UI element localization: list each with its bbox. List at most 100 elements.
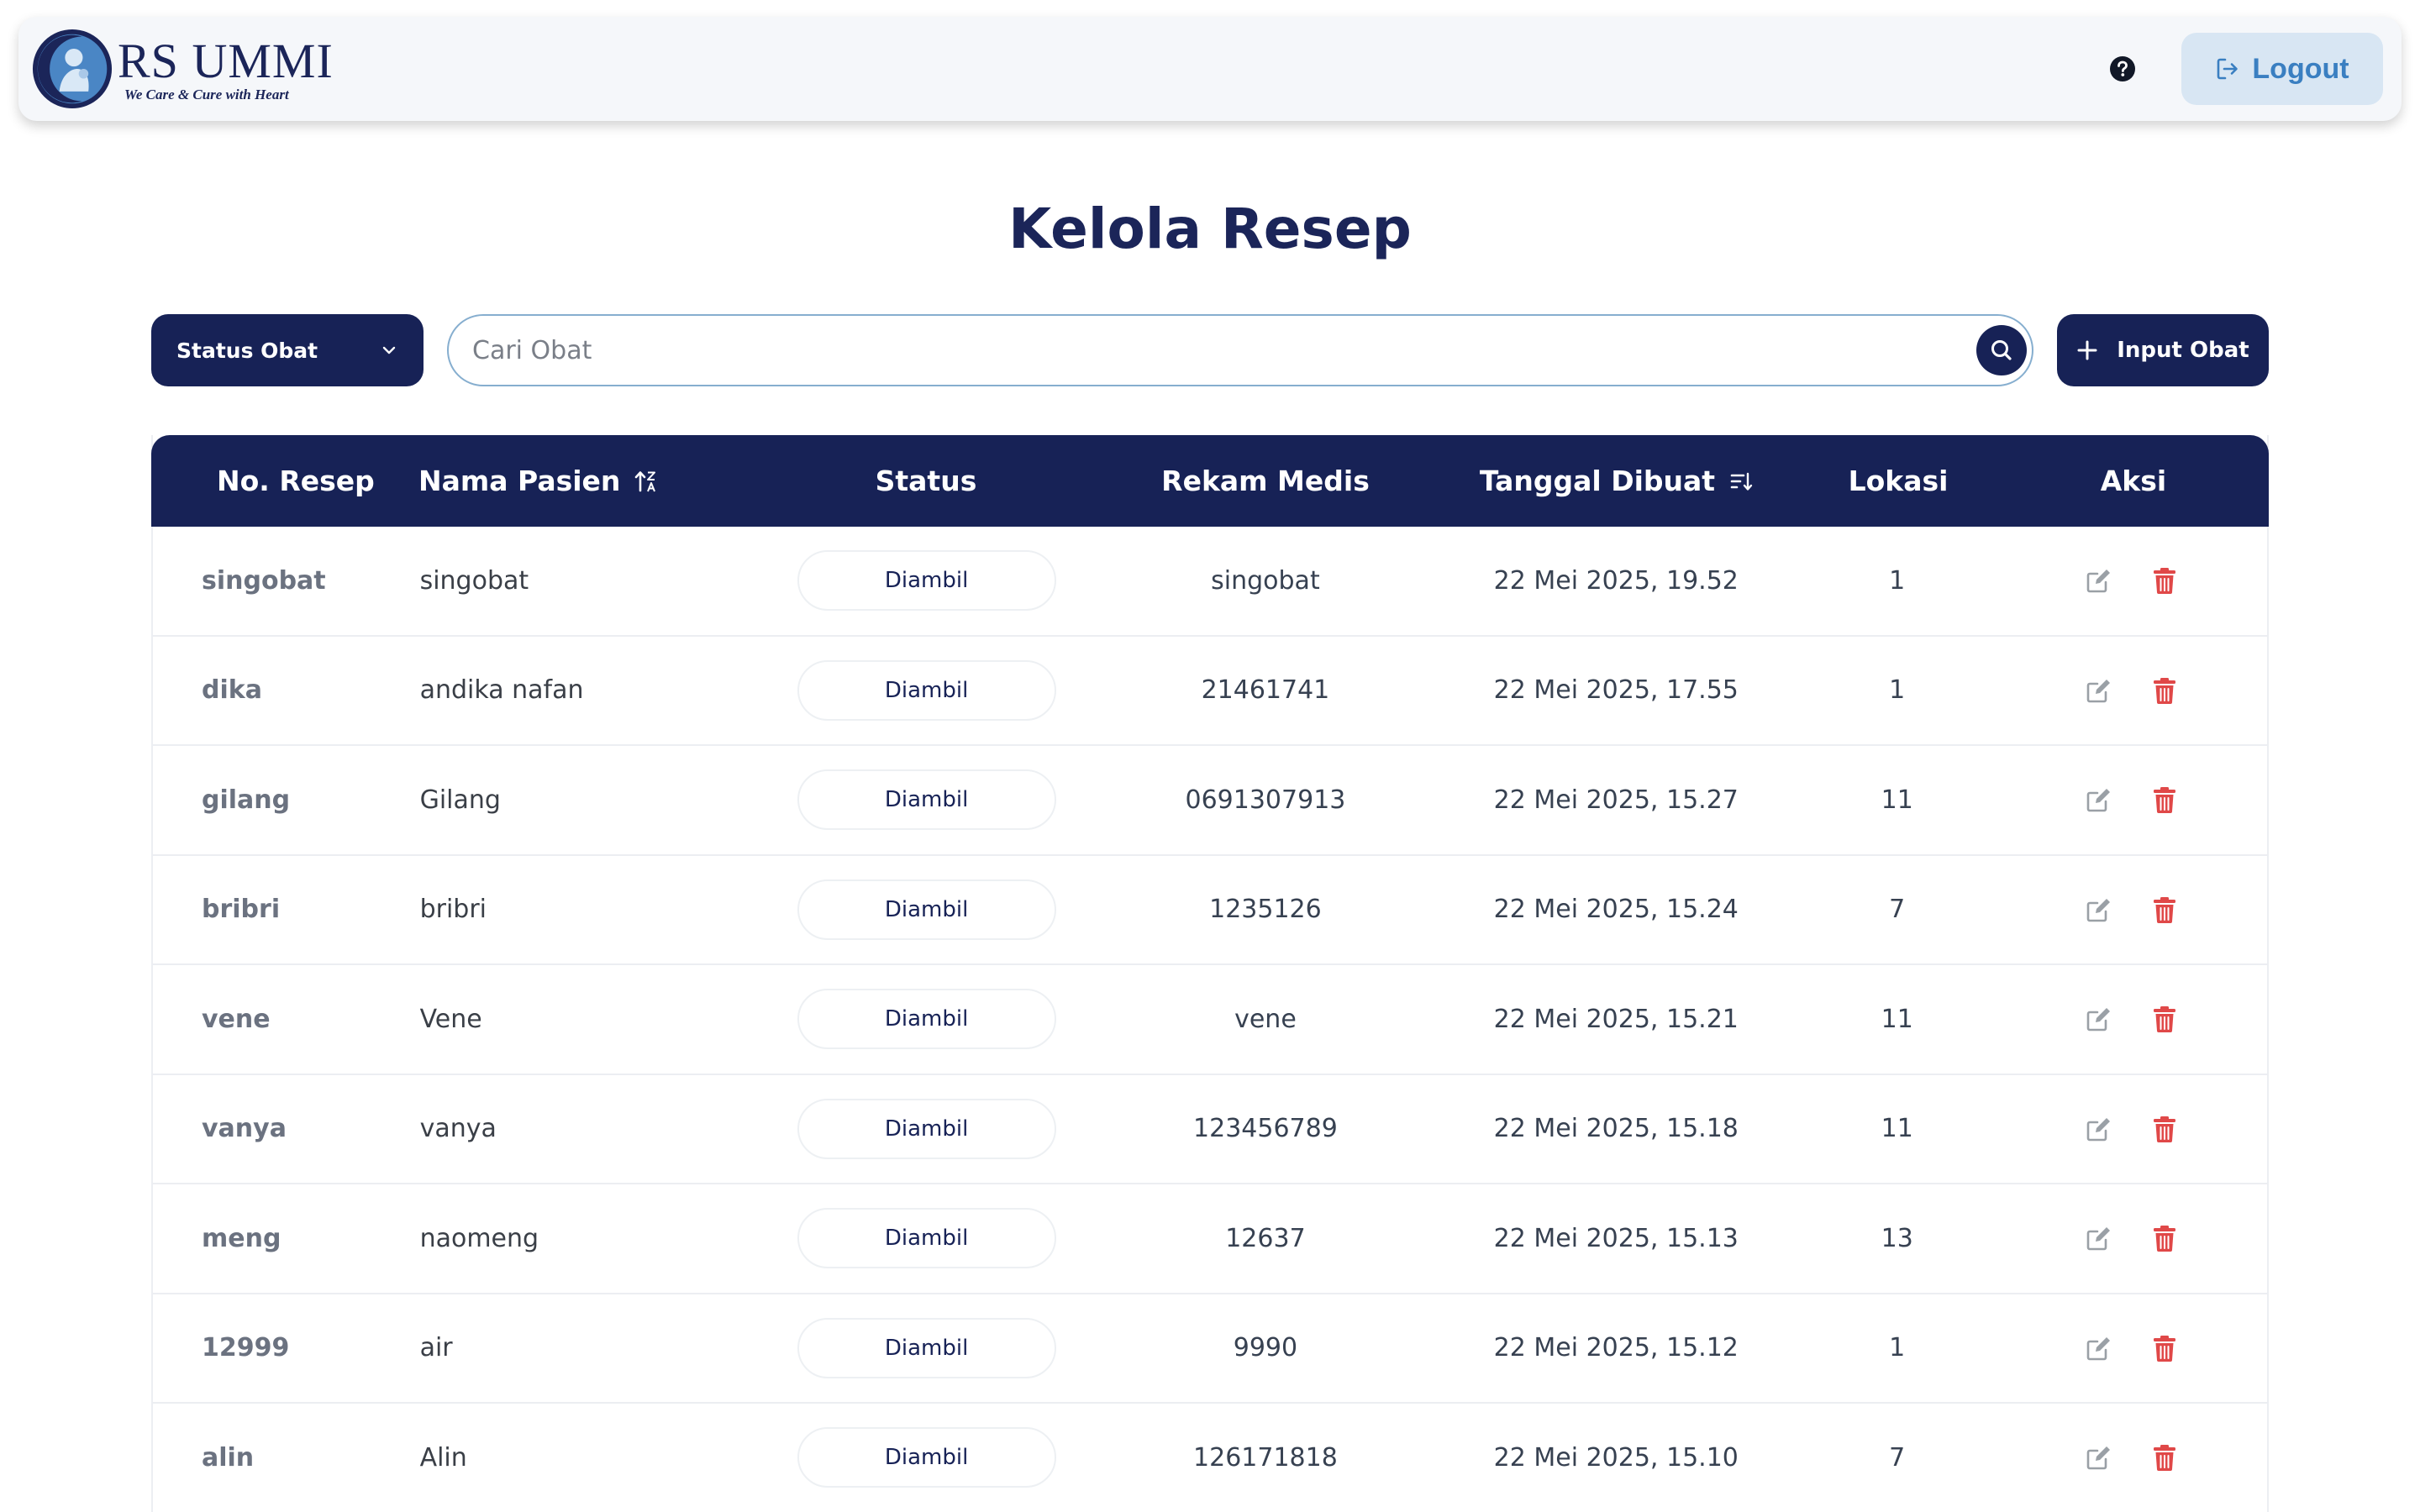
search-bar [447,314,2033,386]
edit-icon [2086,679,2111,703]
aksi-cell [1997,1404,2267,1512]
aksi-cell [1997,1075,2267,1184]
delete-button[interactable] [2149,1332,2181,1364]
edit-button[interactable] [2083,1441,2115,1473]
edit-button[interactable] [2083,894,2115,926]
column-header-tanggal-dibuat[interactable]: Tanggal Dibuat [1435,435,1798,527]
edit-button[interactable] [2083,1113,2115,1145]
no-resep-cell: gilang [202,785,291,815]
lokasi-cell: 11 [1881,1114,1913,1144]
column-header-label: Lokasi [1848,465,1949,497]
edit-icon [2086,570,2111,593]
status-badge[interactable]: Diambil [797,879,1056,940]
tanggal-dibuat-cell: 22 Mei 2025, 15.10 [1493,1442,1739,1473]
tanggal-dibuat-cell: 22 Mei 2025, 17.55 [1493,675,1739,706]
nama-pasien-cell: andika nafan [419,675,584,706]
no-resep-cell: meng [202,1223,281,1253]
nama-pasien-cell: bribri [419,895,487,925]
column-header-label: Aksi [2100,465,2167,497]
brand-name: RS UMMI [118,33,334,88]
table-body: singobat singobat Diambil singobat 22 Me… [153,527,2267,1512]
logout-icon [2217,58,2238,80]
brand-logo[interactable]: RS UMMI We Care & Cure with Heart [32,17,334,121]
status-cell: Diambil [757,1404,1096,1512]
trash-icon [2154,896,2176,923]
trash-icon [2154,787,2176,814]
edit-button[interactable] [2083,675,2115,706]
edit-button[interactable] [2083,564,2115,596]
nama-pasien-cell: singobat [419,565,529,596]
sort-alpha-icon[interactable] [634,469,659,494]
nama-pasien-cell: Vene [419,1004,482,1034]
input-obat-label: Input Obat [2117,338,2249,363]
status-badge[interactable]: Diambil [797,1427,1056,1488]
rekam-medis-cell: 0691307913 [1185,785,1346,815]
no-resep-cell: 12999 [202,1333,290,1363]
status-filter-dropdown[interactable]: Status Obat [151,314,424,386]
nama-pasien-cell: naomeng [419,1223,539,1253]
hospital-logo-icon [32,29,113,109]
delete-button[interactable] [2149,1003,2181,1035]
status-badge[interactable]: Diambil [797,1317,1056,1378]
status-badge[interactable]: Diambil [797,769,1056,831]
search-input[interactable] [472,335,1976,365]
trash-icon [2154,1006,2176,1033]
aksi-cell [1997,1294,2267,1403]
delete-button[interactable] [2149,894,2181,926]
delete-button[interactable] [2149,1441,2181,1473]
question-circle-icon[interactable] [2109,55,2136,82]
aksi-cell [1997,637,2267,745]
status-badge[interactable]: Diambil [797,550,1056,612]
table-row: 12999 air Diambil 9990 22 Mei 2025, 15.1… [153,1294,2267,1404]
status-cell: Diambil [757,746,1096,854]
delete-button[interactable] [2149,675,2181,706]
status-cell: Diambil [757,1184,1096,1293]
edit-icon [2086,1117,2111,1142]
lokasi-cell: 1 [1889,1333,1906,1363]
trash-icon [2154,1335,2176,1362]
nama-pasien-cell: Alin [419,1442,467,1473]
rekam-medis-cell: 126171818 [1193,1442,1338,1473]
table-row: meng naomeng Diambil 12637 22 Mei 2025, … [153,1184,2267,1294]
edit-icon [2086,898,2111,922]
status-badge[interactable]: Diambil [797,989,1056,1050]
status-cell: Diambil [757,856,1096,964]
status-badge[interactable]: Diambil [797,1098,1056,1159]
delete-button[interactable] [2149,1222,2181,1254]
edit-icon [2086,1446,2111,1470]
delete-button[interactable] [2149,1113,2181,1145]
edit-button[interactable] [2083,1222,2115,1254]
nama-pasien-cell: vanya [419,1114,497,1144]
edit-icon [2086,1227,2111,1251]
table-row: gilang Gilang Diambil 0691307913 22 Mei … [153,746,2267,856]
column-header-label: Nama Pasien [418,465,621,497]
column-header-label: Rekam Medis [1161,465,1370,497]
edit-button[interactable] [2083,1332,2115,1364]
column-header-no-resep: No. Resep [151,435,418,527]
aksi-cell [1997,1184,2267,1293]
edit-button[interactable] [2083,784,2115,816]
delete-button[interactable] [2149,784,2181,816]
no-resep-cell: vanya [202,1114,287,1144]
table-header: No. Resep Nama Pasien Status Rekam Medis… [151,435,2269,527]
status-cell: Diambil [757,527,1096,635]
tanggal-dibuat-cell: 22 Mei 2025, 15.13 [1493,1223,1739,1253]
edit-button[interactable] [2083,1003,2115,1035]
lokasi-cell: 11 [1881,1004,1913,1034]
delete-button[interactable] [2149,564,2181,596]
search-icon [1991,340,2012,360]
input-obat-button[interactable]: Input Obat [2057,314,2269,386]
column-header-nama-pasien[interactable]: Nama Pasien [418,435,756,527]
status-badge[interactable]: Diambil [797,659,1056,721]
tanggal-dibuat-cell: 22 Mei 2025, 15.24 [1493,895,1739,925]
logout-button[interactable]: Logout [2181,33,2383,105]
aksi-cell [1997,527,2267,635]
edit-icon [2086,789,2111,812]
lokasi-cell: 11 [1881,785,1913,815]
sort-list-icon[interactable] [1728,469,1754,494]
no-resep-cell: singobat [202,565,326,596]
column-header-rekam-medis: Rekam Medis [1096,435,1435,527]
search-button[interactable] [1976,325,2027,375]
status-badge[interactable]: Diambil [797,1208,1056,1269]
rekam-medis-cell: 21461741 [1201,675,1330,706]
